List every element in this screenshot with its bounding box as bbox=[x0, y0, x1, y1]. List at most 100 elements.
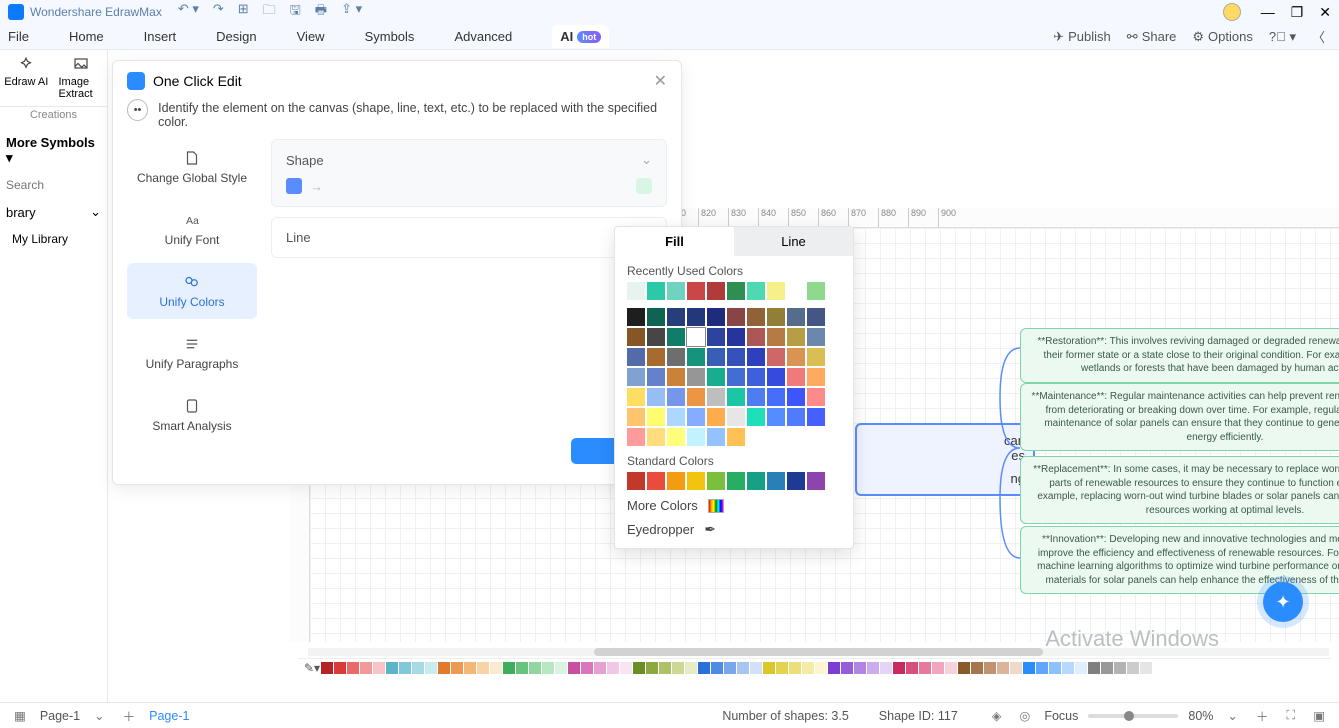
color-swatch[interactable] bbox=[787, 348, 805, 366]
modal-close-icon[interactable]: ✕ bbox=[654, 71, 667, 91]
more-symbols-button[interactable]: More Symbols ▾ bbox=[0, 127, 107, 174]
color-swatch[interactable] bbox=[767, 472, 785, 490]
options-button[interactable]: ⚙Options bbox=[1192, 29, 1252, 45]
strip-swatch[interactable] bbox=[906, 662, 918, 674]
shape-current-color[interactable] bbox=[286, 178, 302, 194]
strip-swatch[interactable] bbox=[568, 662, 580, 674]
color-swatch[interactable] bbox=[807, 308, 825, 326]
color-swatch[interactable] bbox=[767, 388, 785, 406]
color-swatch[interactable] bbox=[727, 348, 745, 366]
strip-swatch[interactable] bbox=[542, 662, 554, 674]
close-icon[interactable]: ✕ bbox=[1319, 4, 1331, 21]
color-swatch[interactable] bbox=[647, 428, 665, 446]
strip-swatch[interactable] bbox=[555, 662, 567, 674]
color-swatch[interactable] bbox=[747, 348, 765, 366]
color-swatch[interactable] bbox=[807, 348, 825, 366]
strip-swatch[interactable] bbox=[737, 662, 749, 674]
strip-swatch[interactable] bbox=[1023, 662, 1035, 674]
subtopic-replacement[interactable]: **Replacement**: In some cases, it may b… bbox=[1020, 456, 1339, 524]
strip-swatch[interactable] bbox=[724, 662, 736, 674]
color-swatch[interactable] bbox=[667, 388, 685, 406]
pencil-icon[interactable]: ✎▾ bbox=[304, 661, 320, 675]
color-swatch[interactable] bbox=[647, 408, 665, 426]
menu-view[interactable]: View bbox=[297, 29, 325, 44]
strip-swatch[interactable] bbox=[659, 662, 671, 674]
strip-swatch[interactable] bbox=[1088, 662, 1100, 674]
menu-insert[interactable]: Insert bbox=[144, 29, 177, 44]
color-swatch[interactable] bbox=[687, 388, 705, 406]
color-swatch[interactable] bbox=[667, 472, 685, 490]
color-swatch[interactable] bbox=[727, 308, 745, 326]
color-swatch[interactable] bbox=[687, 328, 705, 346]
symbol-search-input[interactable] bbox=[6, 178, 97, 192]
color-swatch[interactable] bbox=[807, 328, 825, 346]
subtopic-restoration[interactable]: **Restoration**: This involves reviving … bbox=[1020, 328, 1339, 383]
color-swatch[interactable] bbox=[787, 408, 805, 426]
color-swatch[interactable] bbox=[787, 472, 805, 490]
strip-swatch[interactable] bbox=[334, 662, 346, 674]
zoom-slider[interactable] bbox=[1088, 714, 1178, 718]
color-swatch[interactable] bbox=[707, 282, 725, 300]
color-swatch[interactable] bbox=[767, 348, 785, 366]
color-swatch[interactable] bbox=[667, 308, 685, 326]
menu-home[interactable]: Home bbox=[69, 29, 104, 44]
color-swatch[interactable] bbox=[767, 408, 785, 426]
strip-swatch[interactable] bbox=[594, 662, 606, 674]
color-swatch[interactable] bbox=[727, 472, 745, 490]
strip-swatch[interactable] bbox=[1101, 662, 1113, 674]
strip-swatch[interactable] bbox=[867, 662, 879, 674]
strip-swatch[interactable] bbox=[971, 662, 983, 674]
color-swatch[interactable] bbox=[787, 328, 805, 346]
strip-swatch[interactable] bbox=[620, 662, 632, 674]
chevron-down-icon[interactable]: ⌄ bbox=[641, 152, 652, 168]
color-swatch[interactable] bbox=[647, 388, 665, 406]
print-icon[interactable]: 🖶 bbox=[315, 1, 327, 23]
color-swatch[interactable] bbox=[667, 348, 685, 366]
strip-swatch[interactable] bbox=[815, 662, 827, 674]
strip-swatch[interactable] bbox=[672, 662, 684, 674]
page-dropdown-icon[interactable]: ⌄ bbox=[90, 708, 108, 723]
focus-label[interactable]: Focus bbox=[1044, 709, 1078, 723]
color-swatch[interactable] bbox=[747, 368, 765, 386]
strip-swatch[interactable] bbox=[360, 662, 372, 674]
color-swatch[interactable] bbox=[647, 308, 665, 326]
strip-swatch[interactable] bbox=[750, 662, 762, 674]
strip-swatch[interactable] bbox=[958, 662, 970, 674]
publish-button[interactable]: ✈Publish bbox=[1053, 29, 1111, 45]
strip-swatch[interactable] bbox=[425, 662, 437, 674]
color-swatch[interactable] bbox=[727, 282, 745, 300]
color-swatch[interactable] bbox=[627, 428, 645, 446]
strip-swatch[interactable] bbox=[607, 662, 619, 674]
strip-swatch[interactable] bbox=[945, 662, 957, 674]
new-icon[interactable]: ⊞ bbox=[238, 1, 249, 23]
horizontal-scrollbar[interactable] bbox=[308, 648, 1329, 656]
strip-swatch[interactable] bbox=[1049, 662, 1061, 674]
zoom-in-icon[interactable]: ＋ bbox=[1252, 706, 1273, 725]
strip-swatch[interactable] bbox=[347, 662, 359, 674]
undo-icon[interactable]: ↶ ▾ bbox=[178, 1, 199, 23]
color-swatch[interactable] bbox=[767, 328, 785, 346]
color-swatch[interactable] bbox=[627, 308, 645, 326]
strip-swatch[interactable] bbox=[789, 662, 801, 674]
strip-swatch[interactable] bbox=[1036, 662, 1048, 674]
strip-swatch[interactable] bbox=[1127, 662, 1139, 674]
color-swatch[interactable] bbox=[627, 388, 645, 406]
focus-icon[interactable]: ◎ bbox=[1015, 708, 1034, 723]
menu-file[interactable]: File bbox=[8, 29, 29, 44]
color-swatch[interactable] bbox=[687, 308, 705, 326]
open-icon[interactable]: 🗀 bbox=[263, 1, 276, 23]
image-extract-button[interactable]: Image Extract bbox=[59, 56, 104, 100]
strip-swatch[interactable] bbox=[438, 662, 450, 674]
color-swatch[interactable] bbox=[707, 328, 725, 346]
color-swatch[interactable] bbox=[707, 348, 725, 366]
color-swatch[interactable] bbox=[627, 472, 645, 490]
line-color-box[interactable]: Line bbox=[271, 217, 667, 258]
color-swatch[interactable] bbox=[767, 282, 785, 300]
color-swatch[interactable] bbox=[787, 388, 805, 406]
color-swatch[interactable] bbox=[687, 472, 705, 490]
color-swatch[interactable] bbox=[667, 428, 685, 446]
mode-unify-colors[interactable]: Unify Colors bbox=[127, 263, 257, 319]
color-swatch[interactable] bbox=[787, 368, 805, 386]
strip-swatch[interactable] bbox=[984, 662, 996, 674]
menu-design[interactable]: Design bbox=[216, 29, 256, 44]
